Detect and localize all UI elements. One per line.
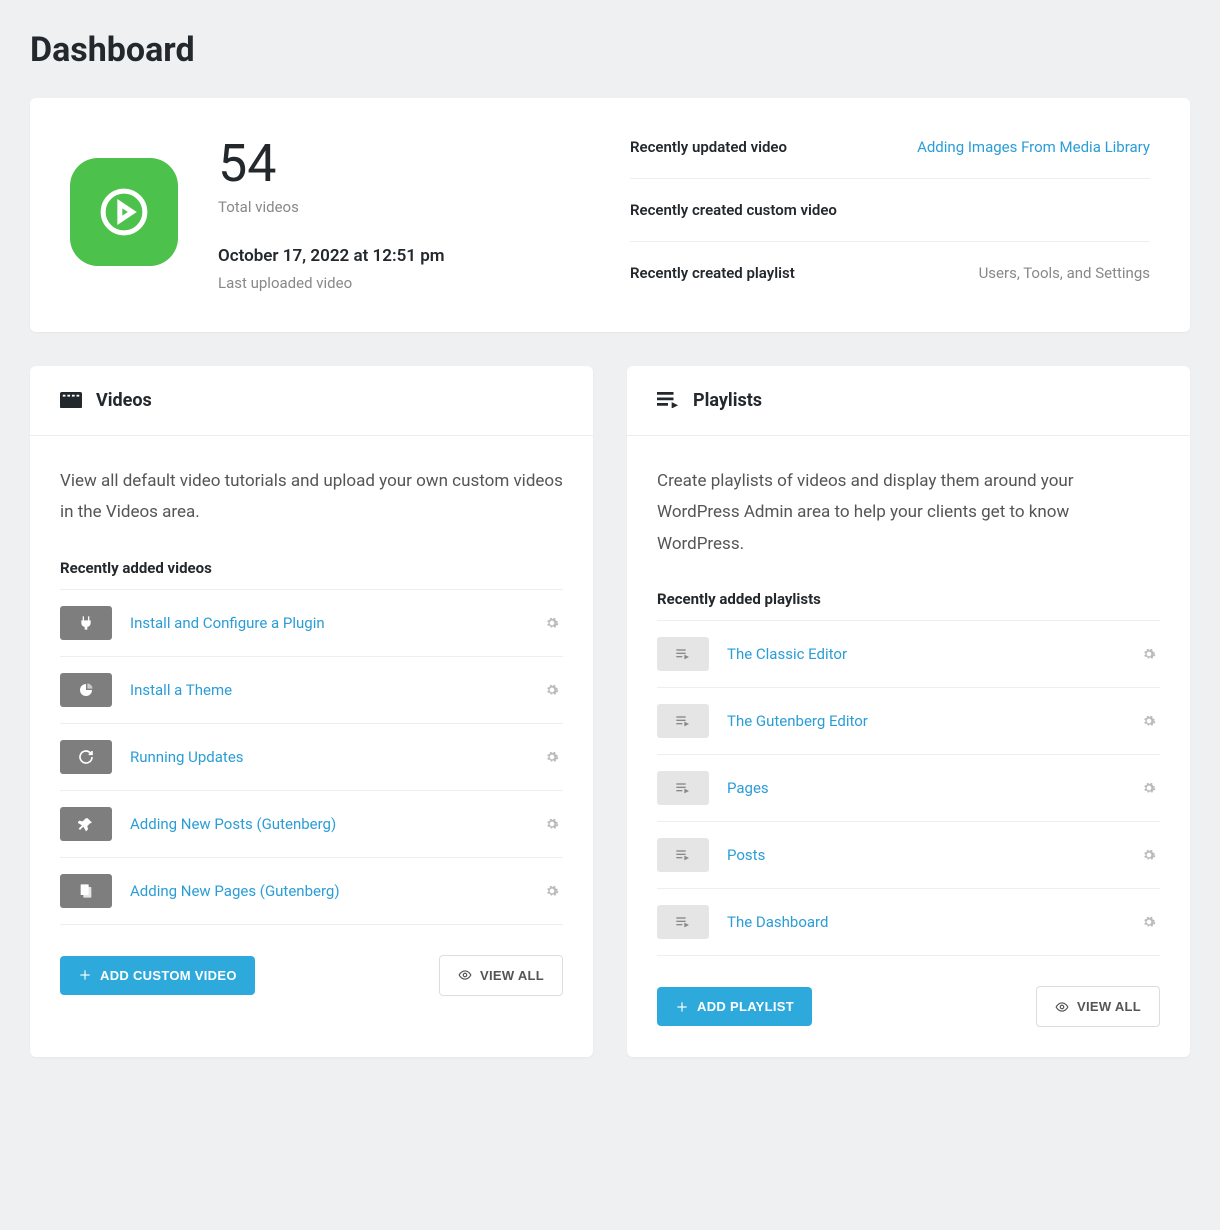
- panel-description: Create playlists of videos and display t…: [657, 466, 1160, 560]
- video-item: Adding New Pages (Gutenberg): [60, 858, 563, 925]
- recent-label: Recently created custom video: [630, 201, 837, 219]
- button-label: Add Custom Video: [100, 968, 237, 983]
- button-label: View All: [1077, 999, 1141, 1014]
- playlist-item: Pages: [657, 755, 1160, 822]
- eye-icon: [1055, 1000, 1069, 1014]
- playlists-icon: [657, 392, 679, 410]
- recent-row: Recently created custom video: [630, 179, 1150, 242]
- gear-icon[interactable]: [1138, 710, 1160, 732]
- video-item-link[interactable]: Install a Theme: [130, 681, 541, 699]
- gear-icon[interactable]: [541, 612, 563, 634]
- total-videos-label: Total videos: [218, 198, 445, 216]
- recent-row: Recently updated video Adding Images Fro…: [630, 138, 1150, 179]
- playlist-item: The Dashboard: [657, 889, 1160, 956]
- panel-header: Videos: [30, 366, 593, 436]
- list-heading: Recently added videos: [60, 559, 563, 577]
- stat-block: 54 Total videos October 17, 2022 at 12:5…: [218, 138, 445, 292]
- playlist-item: Posts: [657, 822, 1160, 889]
- video-item-link[interactable]: Install and Configure a Plugin: [130, 614, 541, 632]
- playlist-thumb-icon: [657, 905, 709, 939]
- total-videos-count: 54: [218, 138, 445, 190]
- playlist-thumb-icon: [657, 771, 709, 805]
- panel-title: Videos: [96, 390, 152, 411]
- recent-row: Recently created playlist Users, Tools, …: [630, 242, 1150, 282]
- video-item-link[interactable]: Running Updates: [130, 748, 541, 766]
- recent-value: Users, Tools, and Settings: [979, 264, 1150, 282]
- recent-value-link[interactable]: Adding Images From Media Library: [917, 138, 1150, 156]
- page-title: Dashboard: [30, 30, 1190, 70]
- playlist-item-link[interactable]: The Gutenberg Editor: [727, 712, 1138, 730]
- playlists-panel: Playlists Create playlists of videos and…: [627, 366, 1190, 1057]
- gear-icon[interactable]: [541, 880, 563, 902]
- gear-icon[interactable]: [1138, 844, 1160, 866]
- playlist-item-link[interactable]: Posts: [727, 846, 1138, 864]
- gear-icon[interactable]: [1138, 643, 1160, 665]
- video-thumb-icon: [60, 740, 112, 774]
- playlist-thumb-icon: [657, 704, 709, 738]
- gear-icon[interactable]: [1138, 911, 1160, 933]
- stats-right: Recently updated video Adding Images Fro…: [610, 138, 1150, 292]
- recent-label: Recently created playlist: [630, 264, 795, 282]
- list-heading: Recently added playlists: [657, 590, 1160, 608]
- playlist-item-link[interactable]: The Dashboard: [727, 913, 1138, 931]
- video-item: Install and Configure a Plugin: [60, 590, 563, 657]
- gear-icon[interactable]: [541, 813, 563, 835]
- add-custom-video-button[interactable]: Add Custom Video: [60, 956, 255, 995]
- recent-label: Recently updated video: [630, 138, 787, 156]
- panel-header: Playlists: [627, 366, 1190, 436]
- plus-icon: [78, 968, 92, 982]
- playlist-item: The Classic Editor: [657, 621, 1160, 688]
- video-item: Install a Theme: [60, 657, 563, 724]
- videos-list: Install and Configure a Plugin Install a …: [60, 589, 563, 925]
- video-item-link[interactable]: Adding New Pages (Gutenberg): [130, 882, 541, 900]
- video-item: Running Updates: [60, 724, 563, 791]
- playlist-thumb-icon: [657, 838, 709, 872]
- video-item: Adding New Posts (Gutenberg): [60, 791, 563, 858]
- gear-icon[interactable]: [541, 746, 563, 768]
- plus-icon: [675, 1000, 689, 1014]
- panel-description: View all default video tutorials and upl…: [60, 466, 563, 529]
- view-all-videos-button[interactable]: View All: [439, 955, 563, 996]
- stats-card: 54 Total videos October 17, 2022 at 12:5…: [30, 98, 1190, 332]
- last-upload-time: October 17, 2022 at 12:51 pm: [218, 246, 445, 266]
- view-all-playlists-button[interactable]: View All: [1036, 986, 1160, 1027]
- videos-panel: Videos View all default video tutorials …: [30, 366, 593, 1057]
- video-thumb-icon: [60, 874, 112, 908]
- gear-icon[interactable]: [1138, 777, 1160, 799]
- playlist-item: The Gutenberg Editor: [657, 688, 1160, 755]
- video-thumb-icon: [60, 673, 112, 707]
- last-upload-label: Last uploaded video: [218, 274, 445, 292]
- button-label: Add Playlist: [697, 999, 794, 1014]
- brand-play-icon: [70, 158, 178, 266]
- video-thumb-icon: [60, 807, 112, 841]
- video-thumb-icon: [60, 606, 112, 640]
- add-playlist-button[interactable]: Add Playlist: [657, 987, 812, 1026]
- playlist-item-link[interactable]: Pages: [727, 779, 1138, 797]
- playlists-list: The Classic Editor The Gutenberg Editor Pa…: [657, 620, 1160, 956]
- video-item-link[interactable]: Adding New Posts (Gutenberg): [130, 815, 541, 833]
- eye-icon: [458, 968, 472, 982]
- gear-icon[interactable]: [541, 679, 563, 701]
- button-label: View All: [480, 968, 544, 983]
- stats-left: 54 Total videos October 17, 2022 at 12:5…: [70, 138, 610, 292]
- videos-icon: [60, 392, 82, 410]
- playlist-thumb-icon: [657, 637, 709, 671]
- playlist-item-link[interactable]: The Classic Editor: [727, 645, 1138, 663]
- panel-title: Playlists: [693, 390, 762, 411]
